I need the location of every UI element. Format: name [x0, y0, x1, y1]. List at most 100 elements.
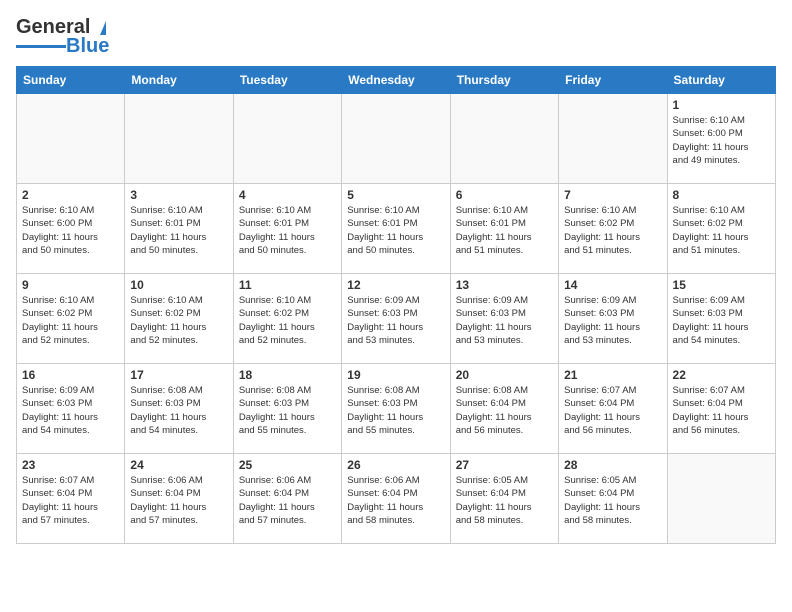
- day-info: Sunrise: 6:06 AM Sunset: 6:04 PM Dayligh…: [130, 474, 227, 527]
- calendar-day-cell: 6 Sunrise: 6:10 AM Sunset: 6:01 PM Daylig…: [450, 184, 558, 274]
- calendar-day-cell: 12 Sunrise: 6:09 AM Sunset: 6:03 PM Dayli…: [342, 274, 450, 364]
- calendar-day-cell: 27 Sunrise: 6:05 AM Sunset: 6:04 PM Dayli…: [450, 454, 558, 544]
- calendar-day-cell: [342, 94, 450, 184]
- day-info: Sunrise: 6:10 AM Sunset: 6:01 PM Dayligh…: [347, 204, 444, 257]
- calendar-day-cell: [233, 94, 341, 184]
- day-number: 13: [456, 278, 553, 292]
- day-number: 23: [22, 458, 119, 472]
- weekday-header-thursday: Thursday: [450, 67, 558, 94]
- day-info: Sunrise: 6:10 AM Sunset: 6:02 PM Dayligh…: [239, 294, 336, 347]
- day-info: Sunrise: 6:08 AM Sunset: 6:03 PM Dayligh…: [239, 384, 336, 437]
- weekday-header-friday: Friday: [559, 67, 667, 94]
- logo-blue: Blue: [66, 35, 109, 58]
- day-number: 20: [456, 368, 553, 382]
- weekday-header-tuesday: Tuesday: [233, 67, 341, 94]
- calendar-week-row: 2 Sunrise: 6:10 AM Sunset: 6:00 PM Daylig…: [17, 184, 776, 274]
- calendar-day-cell: [667, 454, 775, 544]
- calendar-week-row: 9 Sunrise: 6:10 AM Sunset: 6:02 PM Daylig…: [17, 274, 776, 364]
- day-number: 22: [673, 368, 770, 382]
- day-info: Sunrise: 6:09 AM Sunset: 6:03 PM Dayligh…: [22, 384, 119, 437]
- day-info: Sunrise: 6:06 AM Sunset: 6:04 PM Dayligh…: [347, 474, 444, 527]
- calendar-day-cell: [125, 94, 233, 184]
- calendar-day-cell: 5 Sunrise: 6:10 AM Sunset: 6:01 PM Daylig…: [342, 184, 450, 274]
- day-info: Sunrise: 6:10 AM Sunset: 6:01 PM Dayligh…: [456, 204, 553, 257]
- day-info: Sunrise: 6:10 AM Sunset: 6:02 PM Dayligh…: [564, 204, 661, 257]
- calendar-day-cell: 9 Sunrise: 6:10 AM Sunset: 6:02 PM Daylig…: [17, 274, 125, 364]
- day-info: Sunrise: 6:08 AM Sunset: 6:03 PM Dayligh…: [347, 384, 444, 437]
- day-info: Sunrise: 6:10 AM Sunset: 6:01 PM Dayligh…: [130, 204, 227, 257]
- calendar-day-cell: 24 Sunrise: 6:06 AM Sunset: 6:04 PM Dayli…: [125, 454, 233, 544]
- day-info: Sunrise: 6:10 AM Sunset: 6:00 PM Dayligh…: [22, 204, 119, 257]
- day-number: 17: [130, 368, 227, 382]
- day-number: 6: [456, 188, 553, 202]
- day-number: 9: [22, 278, 119, 292]
- day-number: 12: [347, 278, 444, 292]
- page-header: General Blue: [16, 16, 776, 58]
- calendar-day-cell: 23 Sunrise: 6:07 AM Sunset: 6:04 PM Dayli…: [17, 454, 125, 544]
- day-number: 7: [564, 188, 661, 202]
- day-info: Sunrise: 6:05 AM Sunset: 6:04 PM Dayligh…: [456, 474, 553, 527]
- day-info: Sunrise: 6:06 AM Sunset: 6:04 PM Dayligh…: [239, 474, 336, 527]
- day-number: 2: [22, 188, 119, 202]
- calendar-day-cell: 16 Sunrise: 6:09 AM Sunset: 6:03 PM Dayli…: [17, 364, 125, 454]
- day-info: Sunrise: 6:08 AM Sunset: 6:03 PM Dayligh…: [130, 384, 227, 437]
- calendar-day-cell: 10 Sunrise: 6:10 AM Sunset: 6:02 PM Dayli…: [125, 274, 233, 364]
- calendar-day-cell: 3 Sunrise: 6:10 AM Sunset: 6:01 PM Daylig…: [125, 184, 233, 274]
- calendar-day-cell: 20Sunrise: 6:08 AM Sunset: 6:04 PM Dayli…: [450, 364, 558, 454]
- day-number: 15: [673, 278, 770, 292]
- calendar-day-cell: 19 Sunrise: 6:08 AM Sunset: 6:03 PM Dayli…: [342, 364, 450, 454]
- day-info: Sunrise: 6:05 AM Sunset: 6:04 PM Dayligh…: [564, 474, 661, 527]
- day-number: 14: [564, 278, 661, 292]
- day-number: 11: [239, 278, 336, 292]
- day-number: 5: [347, 188, 444, 202]
- day-info: Sunrise: 6:09 AM Sunset: 6:03 PM Dayligh…: [347, 294, 444, 347]
- day-number: 3: [130, 188, 227, 202]
- calendar-day-cell: 13 Sunrise: 6:09 AM Sunset: 6:03 PM Dayli…: [450, 274, 558, 364]
- weekday-header-saturday: Saturday: [667, 67, 775, 94]
- day-info: Sunrise: 6:10 AM Sunset: 6:02 PM Dayligh…: [130, 294, 227, 347]
- calendar-day-cell: 26 Sunrise: 6:06 AM Sunset: 6:04 PM Dayli…: [342, 454, 450, 544]
- calendar-day-cell: 2 Sunrise: 6:10 AM Sunset: 6:00 PM Daylig…: [17, 184, 125, 274]
- day-number: 27: [456, 458, 553, 472]
- calendar-day-cell: 7 Sunrise: 6:10 AM Sunset: 6:02 PM Daylig…: [559, 184, 667, 274]
- day-info: Sunrise: 6:10 AM Sunset: 6:01 PM Dayligh…: [239, 204, 336, 257]
- day-info: Sunrise: 6:09 AM Sunset: 6:03 PM Dayligh…: [456, 294, 553, 347]
- day-number: 8: [673, 188, 770, 202]
- calendar-day-cell: 18 Sunrise: 6:08 AM Sunset: 6:03 PM Dayli…: [233, 364, 341, 454]
- day-info: Sunrise: 6:07 AM Sunset: 6:04 PM Dayligh…: [22, 474, 119, 527]
- logo: General Blue: [16, 16, 114, 58]
- day-number: 21: [564, 368, 661, 382]
- calendar-day-cell: 15 Sunrise: 6:09 AM Sunset: 6:03 PM Dayli…: [667, 274, 775, 364]
- calendar-day-cell: 25 Sunrise: 6:06 AM Sunset: 6:04 PM Dayli…: [233, 454, 341, 544]
- day-info: Sunrise: 6:07 AM Sunset: 6:04 PM Dayligh…: [564, 384, 661, 437]
- day-number: 16: [22, 368, 119, 382]
- weekday-header-row: SundayMondayTuesdayWednesdayThursdayFrid…: [17, 67, 776, 94]
- day-info: Sunrise: 6:07 AM Sunset: 6:04 PM Dayligh…: [673, 384, 770, 437]
- day-info: Sunrise: 6:10 AM Sunset: 6:00 PM Dayligh…: [673, 114, 770, 167]
- calendar-week-row: 16 Sunrise: 6:09 AM Sunset: 6:03 PM Dayli…: [17, 364, 776, 454]
- day-number: 4: [239, 188, 336, 202]
- day-number: 25: [239, 458, 336, 472]
- calendar-day-cell: 4 Sunrise: 6:10 AM Sunset: 6:01 PM Daylig…: [233, 184, 341, 274]
- calendar-week-row: 1Sunrise: 6:10 AM Sunset: 6:00 PM Daylig…: [17, 94, 776, 184]
- calendar-day-cell: 8 Sunrise: 6:10 AM Sunset: 6:02 PM Daylig…: [667, 184, 775, 274]
- calendar-day-cell: 22 Sunrise: 6:07 AM Sunset: 6:04 PM Dayli…: [667, 364, 775, 454]
- day-info: Sunrise: 6:10 AM Sunset: 6:02 PM Dayligh…: [673, 204, 770, 257]
- calendar-day-cell: [559, 94, 667, 184]
- day-number: 26: [347, 458, 444, 472]
- day-number: 28: [564, 458, 661, 472]
- calendar-day-cell: 28 Sunrise: 6:05 AM Sunset: 6:04 PM Dayli…: [559, 454, 667, 544]
- calendar-day-cell: 1Sunrise: 6:10 AM Sunset: 6:00 PM Daylig…: [667, 94, 775, 184]
- day-info: Sunrise: 6:09 AM Sunset: 6:03 PM Dayligh…: [673, 294, 770, 347]
- day-number: 19: [347, 368, 444, 382]
- day-number: 10: [130, 278, 227, 292]
- weekday-header-sunday: Sunday: [17, 67, 125, 94]
- calendar-week-row: 23 Sunrise: 6:07 AM Sunset: 6:04 PM Dayli…: [17, 454, 776, 544]
- calendar-day-cell: [17, 94, 125, 184]
- calendar-day-cell: [450, 94, 558, 184]
- day-number: 18: [239, 368, 336, 382]
- calendar-table: SundayMondayTuesdayWednesdayThursdayFrid…: [16, 66, 776, 544]
- day-info: Sunrise: 6:10 AM Sunset: 6:02 PM Dayligh…: [22, 294, 119, 347]
- day-number: 24: [130, 458, 227, 472]
- weekday-header-monday: Monday: [125, 67, 233, 94]
